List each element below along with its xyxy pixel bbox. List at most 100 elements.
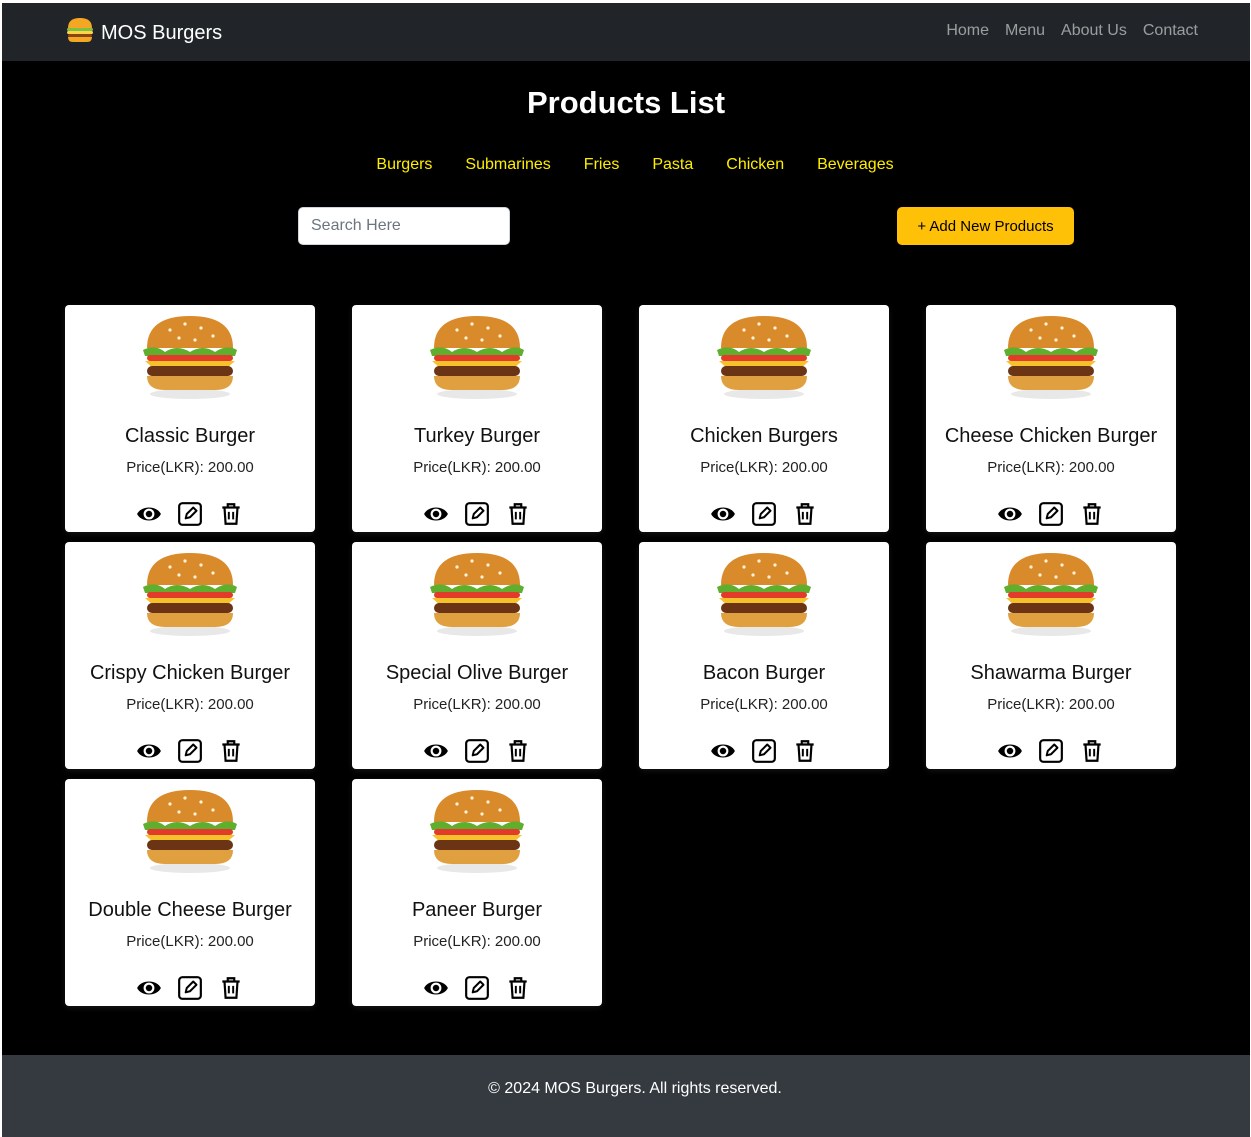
product-name: Cheese Chicken Burger [944, 425, 1158, 447]
product-card: Shawarma Burger Price(LKR): 200.00 [926, 542, 1176, 769]
delete-icon[interactable] [505, 974, 532, 1001]
product-name: Shawarma Burger [970, 662, 1132, 684]
product-card: Special Olive Burger Price(LKR): 200.00 [352, 542, 602, 769]
product-image [988, 542, 1114, 644]
product-card: Chicken Burgers Price(LKR): 200.00 [639, 305, 889, 532]
product-price: Price(LKR): 200.00 [126, 933, 254, 950]
footer: © 2024 MOS Burgers. All rights reserved. [2, 1055, 1250, 1137]
view-icon[interactable] [997, 500, 1024, 527]
delete-icon[interactable] [792, 737, 819, 764]
nav-links: Home Menu About Us Contact [946, 22, 1198, 40]
product-price: Price(LKR): 200.00 [987, 459, 1115, 476]
product-name: Bacon Burger [702, 662, 826, 684]
edit-icon[interactable] [1038, 500, 1065, 527]
delete-icon[interactable] [1079, 737, 1106, 764]
card-actions [639, 737, 889, 764]
product-name: Turkey Burger [414, 425, 540, 447]
product-price: Price(LKR): 200.00 [126, 696, 254, 713]
product-name: Double Cheese Burger [88, 899, 292, 921]
product-card: Bacon Burger Price(LKR): 200.00 [639, 542, 889, 769]
delete-icon[interactable] [218, 737, 245, 764]
card-actions [65, 737, 315, 764]
product-image [701, 305, 827, 407]
product-card: Turkey Burger Price(LKR): 200.00 [352, 305, 602, 532]
view-icon[interactable] [710, 737, 737, 764]
category-tabs: Burgers Submarines Fries Pasta Chicken B… [2, 156, 1250, 174]
product-card: Cheese Chicken Burger Price(LKR): 200.00 [926, 305, 1176, 532]
card-actions [352, 500, 602, 527]
delete-icon[interactable] [505, 500, 532, 527]
navbar: MOS Burgers Home Menu About Us Contact [2, 3, 1250, 61]
category-beverages[interactable]: Beverages [817, 156, 894, 174]
edit-icon[interactable] [751, 737, 778, 764]
edit-icon[interactable] [177, 737, 204, 764]
edit-icon[interactable] [464, 737, 491, 764]
product-name: Crispy Chicken Burger [89, 662, 291, 684]
view-icon[interactable] [136, 500, 163, 527]
product-price: Price(LKR): 200.00 [413, 933, 541, 950]
card-actions [65, 500, 315, 527]
nav-link-about[interactable]: About Us [1061, 22, 1127, 40]
category-pasta[interactable]: Pasta [652, 156, 693, 174]
product-price: Price(LKR): 200.00 [413, 696, 541, 713]
edit-icon[interactable] [177, 500, 204, 527]
product-name: Special Olive Burger [385, 662, 569, 684]
delete-icon[interactable] [505, 737, 532, 764]
view-icon[interactable] [136, 737, 163, 764]
product-image [701, 542, 827, 644]
edit-icon[interactable] [464, 500, 491, 527]
delete-icon[interactable] [792, 500, 819, 527]
view-icon[interactable] [136, 974, 163, 1001]
add-product-button[interactable]: + Add New Products [897, 207, 1074, 245]
product-price: Price(LKR): 200.00 [987, 696, 1115, 713]
view-icon[interactable] [997, 737, 1024, 764]
product-image [414, 542, 540, 644]
delete-icon[interactable] [218, 974, 245, 1001]
card-actions [639, 500, 889, 527]
product-name: Paneer Burger [411, 899, 543, 921]
product-image [988, 305, 1114, 407]
product-price: Price(LKR): 200.00 [413, 459, 541, 476]
product-image [127, 305, 253, 407]
product-grid: Classic Burger Price(LKR): 200.00 Turkey… [65, 305, 1176, 1006]
delete-icon[interactable] [1079, 500, 1106, 527]
nav-link-home[interactable]: Home [946, 22, 989, 40]
category-burgers[interactable]: Burgers [376, 156, 432, 174]
burger-icon [65, 15, 95, 51]
product-card: Crispy Chicken Burger Price(LKR): 200.00 [65, 542, 315, 769]
page-title: Products List [526, 85, 726, 120]
app-frame: MOS Burgers Home Menu About Us Contact P… [2, 3, 1250, 1137]
category-fries[interactable]: Fries [584, 156, 620, 174]
product-name: Classic Burger [124, 425, 256, 447]
edit-icon[interactable] [1038, 737, 1065, 764]
card-actions [926, 500, 1176, 527]
product-image [127, 779, 253, 881]
card-actions [65, 974, 315, 1001]
category-submarines[interactable]: Submarines [465, 156, 550, 174]
product-price: Price(LKR): 200.00 [126, 459, 254, 476]
view-icon[interactable] [423, 737, 450, 764]
brand-name: MOS Burgers [101, 21, 223, 44]
edit-icon[interactable] [751, 500, 778, 527]
footer-copyright: © 2024 MOS Burgers. All rights reserved. [488, 1080, 782, 1097]
brand-link[interactable]: MOS Burgers [65, 17, 222, 49]
product-price: Price(LKR): 200.00 [700, 696, 828, 713]
product-name: Chicken Burgers [690, 425, 838, 447]
delete-icon[interactable] [218, 500, 245, 527]
search-input[interactable] [298, 207, 510, 245]
edit-icon[interactable] [177, 974, 204, 1001]
product-image [127, 542, 253, 644]
card-actions [352, 974, 602, 1001]
product-card: Paneer Burger Price(LKR): 200.00 [352, 779, 602, 1006]
product-price: Price(LKR): 200.00 [700, 459, 828, 476]
nav-link-contact[interactable]: Contact [1143, 22, 1198, 40]
view-icon[interactable] [710, 500, 737, 527]
view-icon[interactable] [423, 974, 450, 1001]
view-icon[interactable] [423, 500, 450, 527]
product-image [414, 779, 540, 881]
edit-icon[interactable] [464, 974, 491, 1001]
product-card: Classic Burger Price(LKR): 200.00 [65, 305, 315, 532]
nav-link-menu[interactable]: Menu [1005, 22, 1045, 40]
product-image [414, 305, 540, 407]
category-chicken[interactable]: Chicken [726, 156, 784, 174]
